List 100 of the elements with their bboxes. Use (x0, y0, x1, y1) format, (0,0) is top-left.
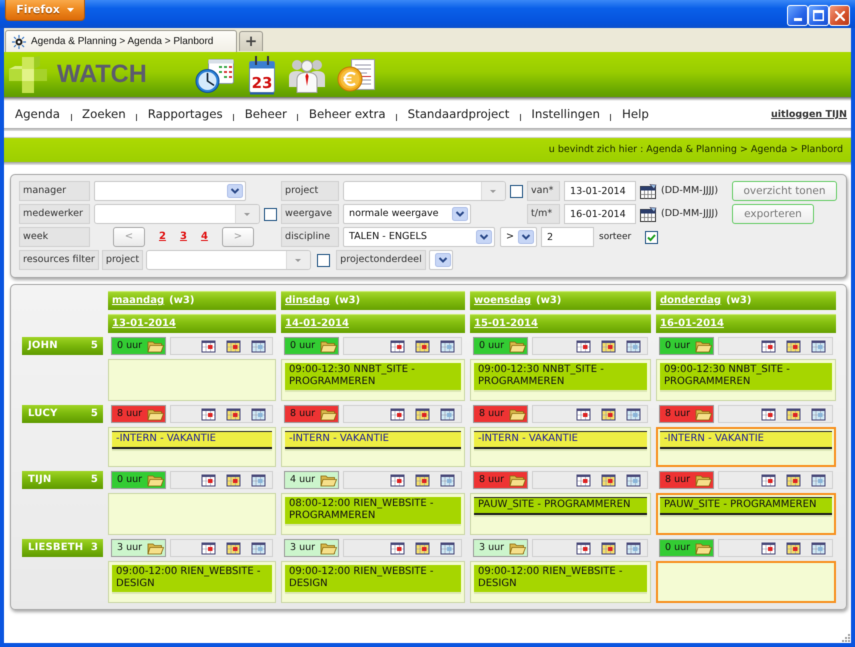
calendar-icon[interactable] (201, 542, 216, 554)
calendar-icon[interactable] (761, 542, 776, 554)
dropdown[interactable]: normale weergave (343, 204, 471, 224)
checkbox[interactable] (510, 184, 523, 198)
calendar-icon[interactable] (601, 408, 616, 420)
checkbox[interactable] (645, 230, 658, 244)
appointment[interactable]: 09:00-12:30 NNBT_SITE - PROGRAMMEREN (474, 363, 647, 390)
appointment[interactable]: 09:00-12:00 RIEN_WEBSITE - DESIGN (112, 565, 272, 592)
maximize-button[interactable] (808, 5, 829, 26)
calendar-icon[interactable] (415, 340, 430, 352)
calendar-icon[interactable] (576, 474, 591, 486)
calendar-icon[interactable] (576, 408, 591, 420)
calendar-icon[interactable] (811, 542, 826, 554)
folder-icon[interactable] (509, 408, 526, 420)
calendar-icon[interactable] (390, 542, 405, 554)
appointment[interactable]: PAUW_SITE - PROGRAMMEREN (660, 497, 832, 515)
menu-link[interactable]: Zoeken (82, 107, 126, 122)
menu-link[interactable]: Help (622, 107, 649, 122)
calendar-icon[interactable] (226, 542, 241, 554)
folder-icon[interactable] (147, 340, 164, 352)
browser-tab[interactable]: Agenda & Planning > Agenda > Planbord (5, 30, 237, 52)
menu-link[interactable]: Instellingen (531, 107, 600, 122)
euro-document-icon[interactable] (336, 56, 377, 92)
calendar-icon[interactable] (390, 340, 405, 352)
calendar-icon[interactable] (440, 542, 455, 554)
calendar-icon[interactable] (415, 408, 430, 420)
folder-icon[interactable] (320, 408, 337, 420)
menu-link[interactable]: Agenda (15, 107, 60, 122)
menu-link[interactable]: Beheer extra (308, 107, 386, 122)
calendar-icon[interactable] (576, 542, 591, 554)
folder-icon[interactable] (695, 542, 712, 554)
calendar-icon[interactable] (390, 408, 405, 420)
calendar-icon[interactable] (251, 542, 266, 554)
calendar-icon[interactable] (811, 474, 826, 486)
appointment[interactable]: 09:00-12:00 RIEN_WEBSITE - DESIGN (474, 565, 647, 592)
calendar-icon[interactable] (786, 474, 801, 486)
date-input[interactable]: 13-01-2014 (564, 181, 636, 201)
calendar-icon[interactable] (640, 206, 657, 222)
calendar-icon[interactable] (415, 542, 430, 554)
folder-icon[interactable] (147, 542, 164, 554)
checkbox[interactable] (317, 254, 330, 266)
calendar-icon[interactable] (626, 340, 641, 352)
folder-icon[interactable] (509, 340, 526, 352)
appointment[interactable]: -INTERN - VAKANTIE (285, 431, 461, 449)
appointment[interactable]: 08:00-12:00 RIEN_WEBSITE - PROGRAMMEREN (285, 497, 461, 524)
calendar-icon[interactable] (601, 542, 616, 554)
calendar-icon[interactable] (811, 408, 826, 420)
folder-icon[interactable] (509, 474, 526, 486)
calendar-icon[interactable] (786, 408, 801, 420)
week-link[interactable]: 4 (200, 231, 208, 243)
calendar-icon[interactable] (626, 474, 641, 486)
menu-link[interactable]: Rapportages (148, 107, 223, 122)
dropdown[interactable]: TALEN - ENGELS (343, 227, 495, 247)
logout-link[interactable]: uitloggen TIJN (771, 108, 847, 120)
calendar-icon[interactable] (440, 340, 455, 352)
calendar-icon[interactable] (601, 474, 616, 486)
week-link[interactable]: 2 (159, 231, 166, 243)
folder-icon[interactable] (695, 474, 712, 486)
calendar-icon[interactable] (601, 340, 616, 352)
calendar-icon[interactable] (251, 340, 266, 352)
folder-icon[interactable] (695, 340, 712, 352)
folder-icon[interactable] (695, 408, 712, 420)
appointment[interactable]: 09:00-12:30 NNBT_SITE - PROGRAMMEREN (660, 363, 832, 390)
calendar-icon[interactable] (640, 184, 657, 198)
appointment[interactable]: PAUW_SITE - PROGRAMMEREN (474, 497, 647, 515)
calendar-icon[interactable] (415, 474, 430, 486)
folder-icon[interactable] (320, 542, 337, 554)
menu-link[interactable]: Standaardproject (408, 107, 510, 122)
folder-icon[interactable] (147, 408, 164, 420)
export-button[interactable]: exporteren (732, 204, 814, 224)
new-tab-button[interactable]: + (239, 31, 263, 51)
calendar-icon[interactable] (201, 340, 216, 352)
appointment[interactable]: -INTERN - VAKANTIE (660, 431, 832, 449)
date-input[interactable]: 16-01-2014 (564, 204, 636, 224)
resize-grip-icon[interactable] (842, 634, 850, 642)
calendar-icon[interactable] (440, 474, 455, 486)
calendar-icon[interactable] (626, 542, 641, 554)
folder-icon[interactable] (509, 542, 526, 554)
calendar-icon[interactable] (226, 408, 241, 420)
show-overview-button[interactable]: overzicht tonen (732, 181, 837, 201)
menu-link[interactable]: Beheer (244, 107, 287, 122)
calendar-icon[interactable] (576, 340, 591, 352)
calendar-icon[interactable] (761, 474, 776, 486)
calendar-icon[interactable] (440, 408, 455, 420)
appointment[interactable]: 09:00-12:30 NNBT_SITE - PROGRAMMEREN (285, 363, 461, 390)
calendar-icon[interactable] (761, 340, 776, 352)
folder-icon[interactable] (320, 474, 337, 486)
calendar-icon[interactable] (811, 340, 826, 352)
close-button[interactable] (829, 5, 850, 26)
calendar-icon[interactable] (201, 474, 216, 486)
appointment[interactable]: -INTERN - VAKANTIE (474, 431, 647, 449)
calendar-icon[interactable] (251, 474, 266, 486)
calendar-icon[interactable] (786, 542, 801, 554)
calendar-icon[interactable] (390, 474, 405, 486)
appointment[interactable]: 09:00-12:00 RIEN_WEBSITE - DESIGN (285, 565, 461, 592)
folder-icon[interactable] (147, 474, 164, 486)
dropdown[interactable]: > (500, 227, 537, 247)
appointment[interactable]: -INTERN - VAKANTIE (112, 431, 272, 449)
folder-icon[interactable] (320, 340, 337, 352)
calendar-icon[interactable] (226, 474, 241, 486)
